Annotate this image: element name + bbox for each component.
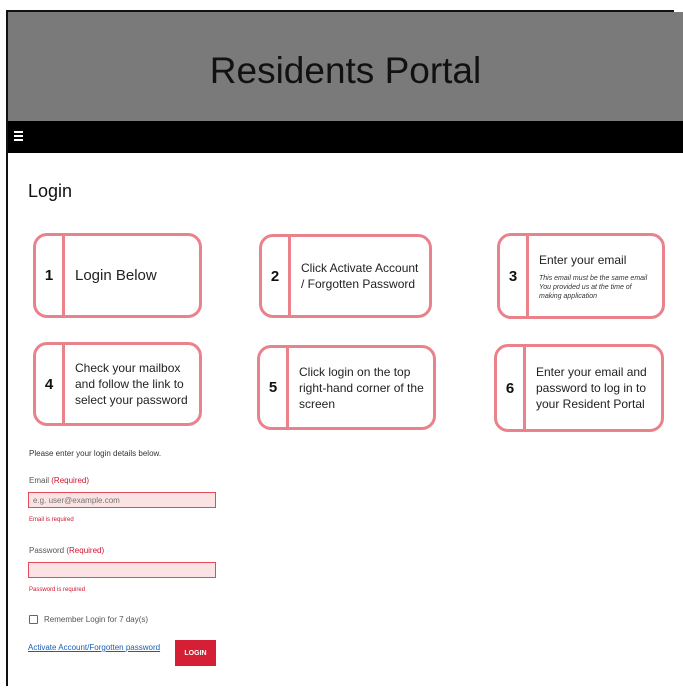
step-card-3: 3 Enter your email This email must be th… <box>497 233 665 319</box>
remember-login[interactable]: Remember Login for 7 day(s) <box>29 615 148 624</box>
step-card-6: 6 Enter your email and password to log i… <box>494 344 664 432</box>
step-text: Enter your email and password to log in … <box>536 365 647 411</box>
step-text: Click Activate Account / Forgotten Passw… <box>301 261 419 291</box>
required-marker: (Required) <box>51 476 90 485</box>
required-marker: (Required) <box>66 546 105 555</box>
step-number: 2 <box>262 237 291 315</box>
page-title: Login <box>28 181 73 201</box>
password-field[interactable] <box>28 562 216 578</box>
site-header: Residents Portal <box>8 12 683 121</box>
step-note: This email must be the same email You pr… <box>539 274 648 300</box>
site-title: Residents Portal <box>209 49 482 91</box>
remember-checkbox[interactable] <box>29 615 38 624</box>
step-number: 5 <box>260 348 289 427</box>
hamburger-menu-icon[interactable] <box>14 131 23 141</box>
activate-account-link[interactable]: Activate Account/Forgotten password <box>28 643 160 652</box>
step-number: 6 <box>497 347 526 429</box>
step-number: 3 <box>500 236 529 316</box>
email-error: Email is required <box>29 517 74 523</box>
step-number: 1 <box>36 236 65 315</box>
step-card-5: 5 Click login on the top right-hand corn… <box>257 345 436 430</box>
password-error: Password is required <box>29 587 86 593</box>
form-intro: Please enter your login details below. <box>29 449 162 458</box>
step-text: Check your mailbox and follow the link t… <box>75 361 188 407</box>
step-card-1: 1 Login Below <box>33 233 202 318</box>
step-card-2: 2 Click Activate Account / Forgotten Pas… <box>259 234 432 318</box>
password-label: Password (Required) <box>29 546 105 555</box>
email-label: Email (Required) <box>29 476 90 485</box>
email-field[interactable] <box>28 492 216 508</box>
step-text: Login Below <box>75 266 157 284</box>
step-text: Enter your email This email must be the … <box>529 236 662 316</box>
nav-bar <box>8 121 683 153</box>
step-number: 4 <box>36 345 65 423</box>
step-card-4: 4 Check your mailbox and follow the link… <box>33 342 202 426</box>
step-text: Click login on the top right-hand corner… <box>299 364 424 411</box>
remember-label: Remember Login for 7 day(s) <box>44 615 149 624</box>
login-button[interactable]: LOGIN <box>175 640 216 666</box>
